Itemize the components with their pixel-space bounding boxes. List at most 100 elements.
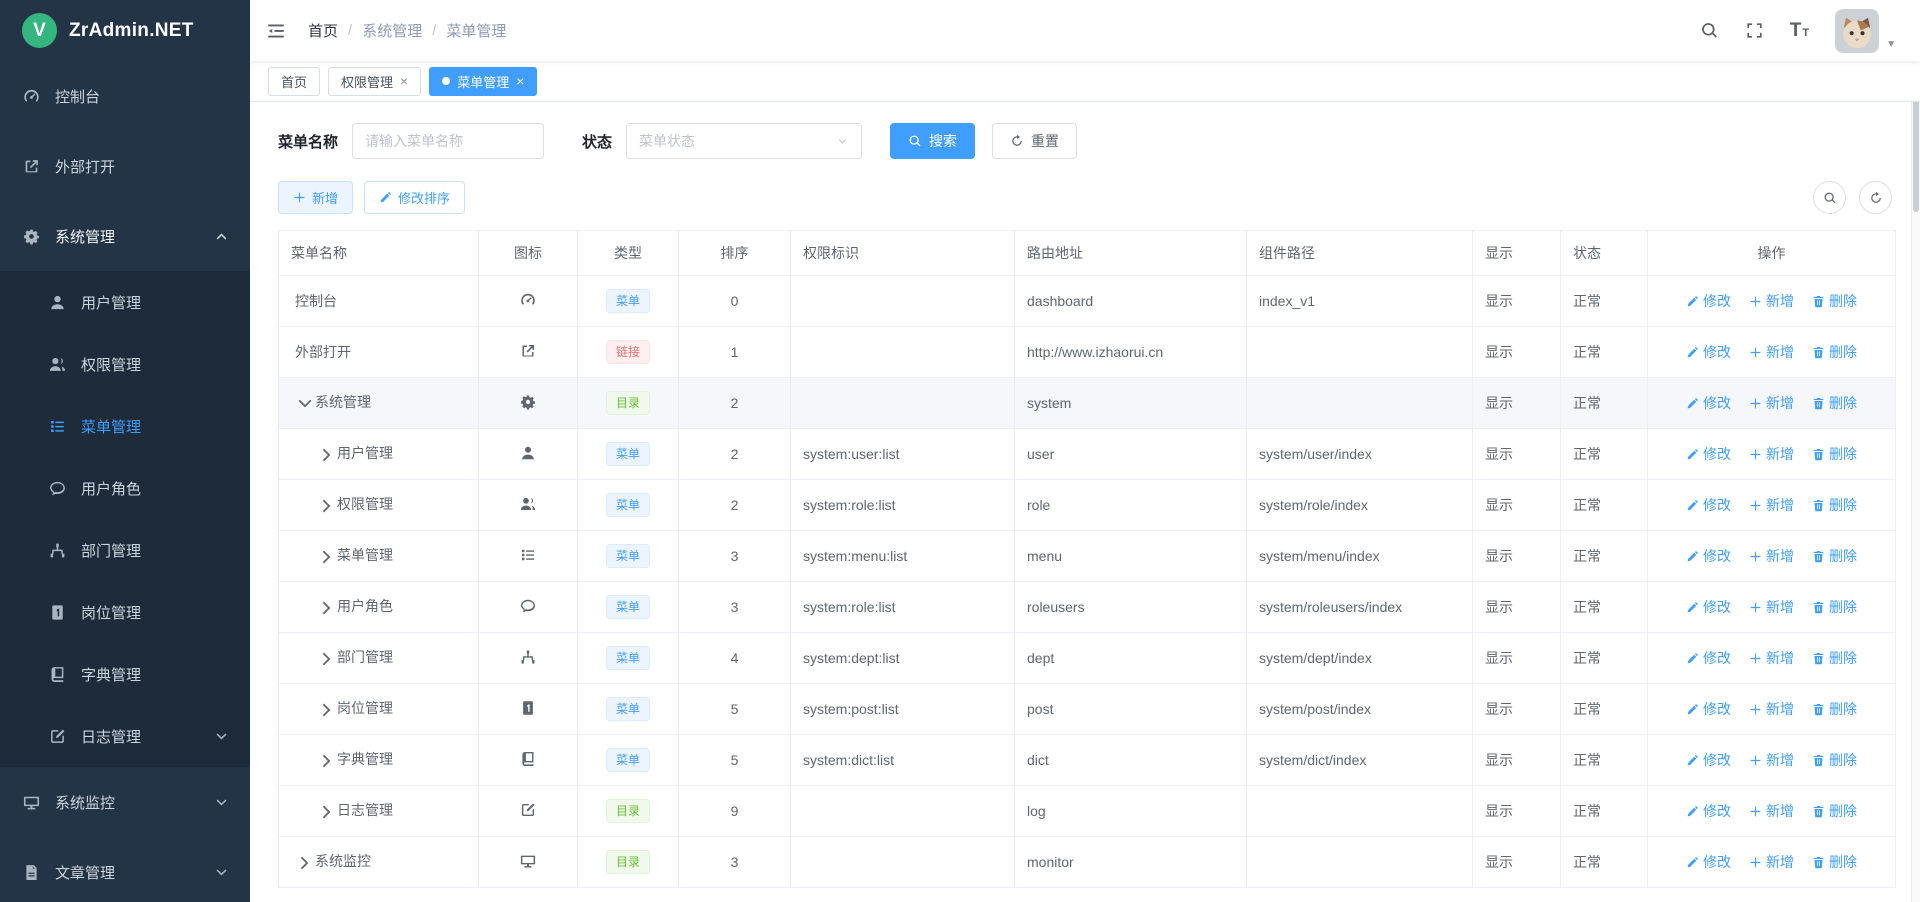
delete-button[interactable]: 删除: [1812, 750, 1857, 770]
sidebar-item-post[interactable]: 岗位管理: [0, 581, 250, 643]
expand-arrow-icon[interactable]: [317, 547, 337, 567]
tab-menu[interactable]: 菜单管理×: [429, 67, 537, 96]
add-button[interactable]: 新增: [1749, 393, 1794, 413]
add-button[interactable]: 新增: [1749, 342, 1794, 362]
delete-button[interactable]: 删除: [1812, 291, 1857, 311]
delete-button[interactable]: 删除: [1812, 699, 1857, 719]
menu-table-wrap: 菜单名称图标类型排序权限标识路由地址组件路径显示状态操作控制台菜单0dashbo…: [278, 230, 1892, 888]
search-icon[interactable]: [1700, 21, 1719, 40]
add-button[interactable]: 新增: [278, 181, 353, 214]
edit-button[interactable]: 修改: [1686, 852, 1731, 872]
add-button[interactable]: 新增: [1749, 546, 1794, 566]
delete-button[interactable]: 删除: [1812, 342, 1857, 362]
add-button[interactable]: 新增: [1749, 648, 1794, 668]
table-row[interactable]: 系统管理目录2system显示正常修改新增删除: [279, 378, 1896, 429]
edit-button[interactable]: 修改: [1686, 495, 1731, 515]
edit-button[interactable]: 修改: [1686, 393, 1731, 413]
cell-name: 外部打开: [279, 327, 479, 378]
cell-icon: [479, 276, 578, 327]
edit-button[interactable]: 修改: [1686, 801, 1731, 821]
table-row[interactable]: 权限管理菜单2system:role:listrolesystem/role/i…: [279, 480, 1896, 531]
expand-arrow-icon[interactable]: [317, 598, 337, 618]
delete-button[interactable]: 删除: [1812, 852, 1857, 872]
cell-type: 菜单: [578, 480, 679, 531]
delete-button[interactable]: 删除: [1812, 801, 1857, 821]
expand-arrow-icon[interactable]: [317, 496, 337, 516]
close-icon[interactable]: ×: [516, 73, 524, 89]
sidebar-item-role[interactable]: 权限管理: [0, 333, 250, 395]
add-button[interactable]: 新增: [1749, 444, 1794, 464]
cell-type: 菜单: [578, 735, 679, 786]
table-row[interactable]: 字典管理菜单5system:dict:listdictsystem/dict/i…: [279, 735, 1896, 786]
expand-arrow-icon[interactable]: [317, 802, 337, 822]
font-size-icon[interactable]: TT: [1790, 20, 1809, 42]
add-button-label: 新增: [312, 188, 338, 207]
table-row[interactable]: 用户管理菜单2system:user:listusersystem/user/i…: [279, 429, 1896, 480]
add-button[interactable]: 新增: [1749, 750, 1794, 770]
add-button[interactable]: 新增: [1749, 597, 1794, 617]
delete-button[interactable]: 删除: [1812, 393, 1857, 413]
table-row[interactable]: 部门管理菜单4system:dept:listdeptsystem/dept/i…: [279, 633, 1896, 684]
sidebar-item-article[interactable]: 文章管理: [0, 837, 250, 902]
expand-arrow-icon[interactable]: [317, 751, 337, 771]
hamburger-icon[interactable]: [266, 21, 286, 41]
fullscreen-icon[interactable]: [1745, 21, 1764, 40]
sidebar-item-dict[interactable]: 字典管理: [0, 643, 250, 705]
sidebar-item-monitor[interactable]: 系统监控: [0, 767, 250, 837]
table-row[interactable]: 岗位管理菜单5system:post:listpostsystem/post/i…: [279, 684, 1896, 735]
sidebar-item-external[interactable]: 外部打开: [0, 131, 250, 201]
reset-button[interactable]: 重置: [992, 123, 1077, 159]
sidebar-item-dashboard[interactable]: 控制台: [0, 61, 250, 131]
sidebar-item-log[interactable]: 日志管理: [0, 705, 250, 767]
add-button[interactable]: 新增: [1749, 852, 1794, 872]
sidebar-item-dept[interactable]: 部门管理: [0, 519, 250, 581]
expand-arrow-icon[interactable]: [295, 853, 315, 873]
expand-arrow-icon[interactable]: [317, 445, 337, 465]
sidebar-item-menu[interactable]: 菜单管理: [0, 395, 250, 457]
menu-name-input[interactable]: [352, 123, 544, 159]
table-row[interactable]: 菜单管理菜单3system:menu:listmenusystem/menu/i…: [279, 531, 1896, 582]
add-button[interactable]: 新增: [1749, 801, 1794, 821]
edit-button[interactable]: 修改: [1686, 444, 1731, 464]
expand-arrow-icon[interactable]: [317, 700, 337, 720]
breadcrumb-item[interactable]: 首页: [308, 20, 338, 41]
delete-button[interactable]: 删除: [1812, 495, 1857, 515]
refresh-table-button[interactable]: [1859, 181, 1892, 214]
edit-button[interactable]: 修改: [1686, 342, 1731, 362]
table-row[interactable]: 控制台菜单0dashboardindex_v1显示正常修改新增删除: [279, 276, 1896, 327]
edit-button[interactable]: 修改: [1686, 546, 1731, 566]
delete-button[interactable]: 删除: [1812, 444, 1857, 464]
status-select[interactable]: 菜单状态: [626, 123, 862, 159]
delete-button[interactable]: 删除: [1812, 597, 1857, 617]
table-row[interactable]: 系统监控目录3monitor显示正常修改新增删除: [279, 837, 1896, 888]
delete-button[interactable]: 删除: [1812, 546, 1857, 566]
toggle-search-button[interactable]: [1813, 181, 1846, 214]
add-button[interactable]: 新增: [1749, 495, 1794, 515]
user-menu[interactable]: ▼: [1835, 9, 1896, 53]
sidebar-item-system[interactable]: 系统管理: [0, 201, 250, 271]
collapse-arrow-icon[interactable]: [295, 394, 315, 414]
cell-type: 菜单: [578, 429, 679, 480]
add-button[interactable]: 新增: [1749, 699, 1794, 719]
table-row[interactable]: 外部打开链接1http://www.izhaorui.cn显示正常修改新增删除: [279, 327, 1896, 378]
edit-button[interactable]: 修改: [1686, 597, 1731, 617]
tab-role[interactable]: 权限管理×: [328, 67, 421, 96]
breadcrumb-item[interactable]: 系统管理: [362, 20, 422, 41]
delete-button[interactable]: 删除: [1812, 648, 1857, 668]
edit-sort-button[interactable]: 修改排序: [364, 181, 465, 214]
cell-component: system/menu/index: [1247, 531, 1473, 582]
expand-arrow-icon[interactable]: [317, 649, 337, 669]
add-button[interactable]: 新增: [1749, 291, 1794, 311]
search-button[interactable]: 搜索: [890, 123, 975, 159]
table-row[interactable]: 用户角色菜单3system:role:listroleuserssystem/r…: [279, 582, 1896, 633]
cell-route: dept: [1015, 633, 1247, 684]
edit-button[interactable]: 修改: [1686, 291, 1731, 311]
close-icon[interactable]: ×: [400, 73, 408, 89]
edit-button[interactable]: 修改: [1686, 750, 1731, 770]
sidebar-item-roleusers[interactable]: 用户角色: [0, 457, 250, 519]
edit-button[interactable]: 修改: [1686, 648, 1731, 668]
table-row[interactable]: 日志管理目录9log显示正常修改新增删除: [279, 786, 1896, 837]
edit-button[interactable]: 修改: [1686, 699, 1731, 719]
sidebar-item-user[interactable]: 用户管理: [0, 271, 250, 333]
tab-home[interactable]: 首页: [268, 67, 320, 96]
